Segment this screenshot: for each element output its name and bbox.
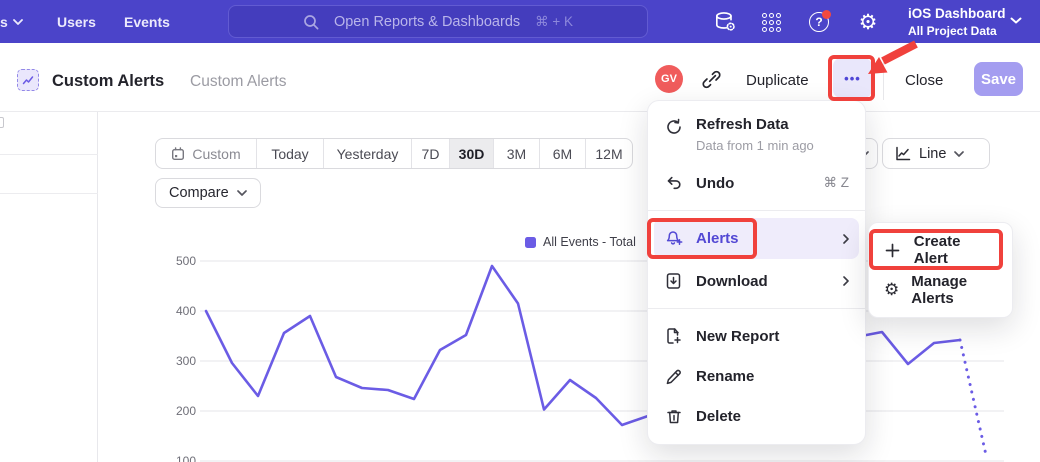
- menu-item-rename[interactable]: Rename: [648, 356, 865, 396]
- divider: [0, 193, 98, 194]
- search-shortcut: ⌘ + K: [535, 14, 573, 30]
- chevron-down-icon: [954, 151, 964, 157]
- divider: [883, 62, 884, 100]
- copy-link-icon[interactable]: [702, 70, 721, 89]
- project-switcher[interactable]: iOS Dashboard All Project Data: [908, 6, 1006, 38]
- chart-legend[interactable]: All Events - Total: [525, 235, 636, 249]
- line-chart-icon: [895, 146, 911, 162]
- menu-item-undo[interactable]: Undo ⌘ Z: [648, 163, 865, 203]
- refresh-status-text: Data from 1 min ago: [696, 138, 849, 153]
- legend-label: All Events - Total: [543, 235, 636, 249]
- alerts-submenu: Create Alert ⚙ Manage Alerts: [868, 222, 1013, 318]
- menu-label: Delete: [696, 408, 849, 425]
- chevron-down-icon: [1010, 17, 1022, 24]
- y-axis-label: 200: [176, 404, 196, 418]
- menu-item-new-report[interactable]: New Report: [648, 316, 865, 356]
- download-icon: [664, 272, 683, 290]
- nav-truncated-label: s: [0, 14, 8, 30]
- menu-item-download[interactable]: Download: [648, 261, 865, 301]
- nav-item-truncated[interactable]: s: [0, 14, 23, 30]
- search-icon: [303, 14, 319, 30]
- global-search-input[interactable]: Open Reports & Dashboards ⌘ + K: [228, 5, 648, 38]
- help-icon[interactable]: ?: [806, 9, 832, 35]
- more-options-menu: Refresh Data Data from 1 min ago Undo ⌘ …: [647, 100, 866, 445]
- gear-icon: ⚙: [884, 282, 899, 299]
- menu-label: Download: [696, 273, 830, 290]
- app-window: s Users Events Open Reports & Dashboards…: [0, 0, 1040, 462]
- settings-gear-icon[interactable]: ⚙: [855, 9, 881, 35]
- chevron-right-icon: [843, 276, 849, 286]
- calendar-icon: [171, 147, 185, 161]
- left-sidebar: [0, 112, 98, 462]
- menu-label: Alerts: [696, 230, 830, 247]
- chart-type-dropdown[interactable]: Line: [882, 138, 990, 169]
- notification-dot: [822, 10, 831, 19]
- data-management-icon[interactable]: [712, 9, 738, 35]
- page-title: Custom Alerts: [52, 72, 164, 91]
- range-yesterday[interactable]: Yesterday: [323, 139, 411, 168]
- y-axis-label: 300: [176, 354, 196, 368]
- apps-grid-icon[interactable]: [758, 9, 784, 35]
- report-type-icon: [17, 69, 39, 91]
- menu-label: Refresh Data: [696, 116, 789, 133]
- close-button[interactable]: Close: [905, 72, 943, 89]
- breadcrumb[interactable]: Custom Alerts: [190, 73, 286, 91]
- top-nav-bar: s Users Events Open Reports & Dashboards…: [0, 0, 1040, 43]
- new-report-icon: [664, 327, 683, 345]
- save-button[interactable]: Save: [974, 62, 1023, 96]
- range-30d-selected[interactable]: 30D: [449, 139, 493, 168]
- undo-shortcut: ⌘ Z: [824, 175, 850, 191]
- range-12m[interactable]: 12M: [585, 139, 632, 168]
- menu-label: Undo: [696, 175, 811, 192]
- range-6m[interactable]: 6M: [539, 139, 585, 168]
- range-custom[interactable]: Custom: [156, 139, 256, 168]
- y-axis-label: 100: [176, 454, 196, 462]
- pencil-icon: [664, 368, 683, 385]
- y-axis-label: 500: [176, 254, 196, 268]
- menu-item-alerts[interactable]: Alerts: [654, 218, 859, 259]
- range-3m[interactable]: 3M: [493, 139, 539, 168]
- trash-icon: [664, 408, 683, 425]
- submenu-item-create-alert[interactable]: Create Alert: [869, 230, 1012, 270]
- plus-icon: [884, 243, 902, 258]
- refresh-icon: [664, 118, 683, 136]
- alert-bell-plus-icon: [664, 230, 683, 247]
- nav-item-users[interactable]: Users: [57, 14, 96, 30]
- legend-swatch: [525, 237, 536, 248]
- menu-label: New Report: [696, 328, 849, 345]
- undo-icon: [664, 174, 683, 192]
- compare-button[interactable]: Compare: [155, 178, 261, 208]
- collapsed-control: [0, 117, 4, 128]
- report-header: Custom Alerts Custom Alerts GV Duplicate…: [0, 43, 1040, 112]
- project-subtitle: All Project Data: [908, 24, 1006, 38]
- submenu-item-manage-alerts[interactable]: ⚙ Manage Alerts: [869, 270, 1012, 310]
- menu-item-delete[interactable]: Delete: [648, 396, 865, 436]
- project-title: iOS Dashboard: [908, 6, 1006, 21]
- menu-divider: [648, 308, 865, 309]
- range-7d[interactable]: 7D: [411, 139, 449, 168]
- y-axis-label: 400: [176, 304, 196, 318]
- menu-label: Rename: [696, 368, 849, 385]
- duplicate-button[interactable]: Duplicate: [746, 72, 809, 89]
- series-line-projected-dotted: [960, 340, 986, 455]
- search-placeholder: Open Reports & Dashboards: [334, 14, 520, 30]
- divider: [0, 154, 98, 155]
- chevron-down-icon: [13, 19, 23, 25]
- avatar[interactable]: GV: [655, 65, 683, 93]
- submenu-label: Manage Alerts: [911, 273, 997, 307]
- more-options-button[interactable]: •••: [833, 58, 872, 98]
- range-today[interactable]: Today: [256, 139, 323, 168]
- chevron-right-icon: [843, 234, 849, 244]
- menu-item-refresh-data[interactable]: Refresh Data Data from 1 min ago: [648, 107, 865, 163]
- chevron-down-icon: [237, 190, 247, 196]
- menu-divider: [648, 210, 865, 211]
- submenu-label: Create Alert: [914, 233, 997, 267]
- date-range-control: Custom Today Yesterday 7D 30D 3M 6M 12M: [155, 138, 633, 169]
- nav-item-events[interactable]: Events: [124, 14, 170, 30]
